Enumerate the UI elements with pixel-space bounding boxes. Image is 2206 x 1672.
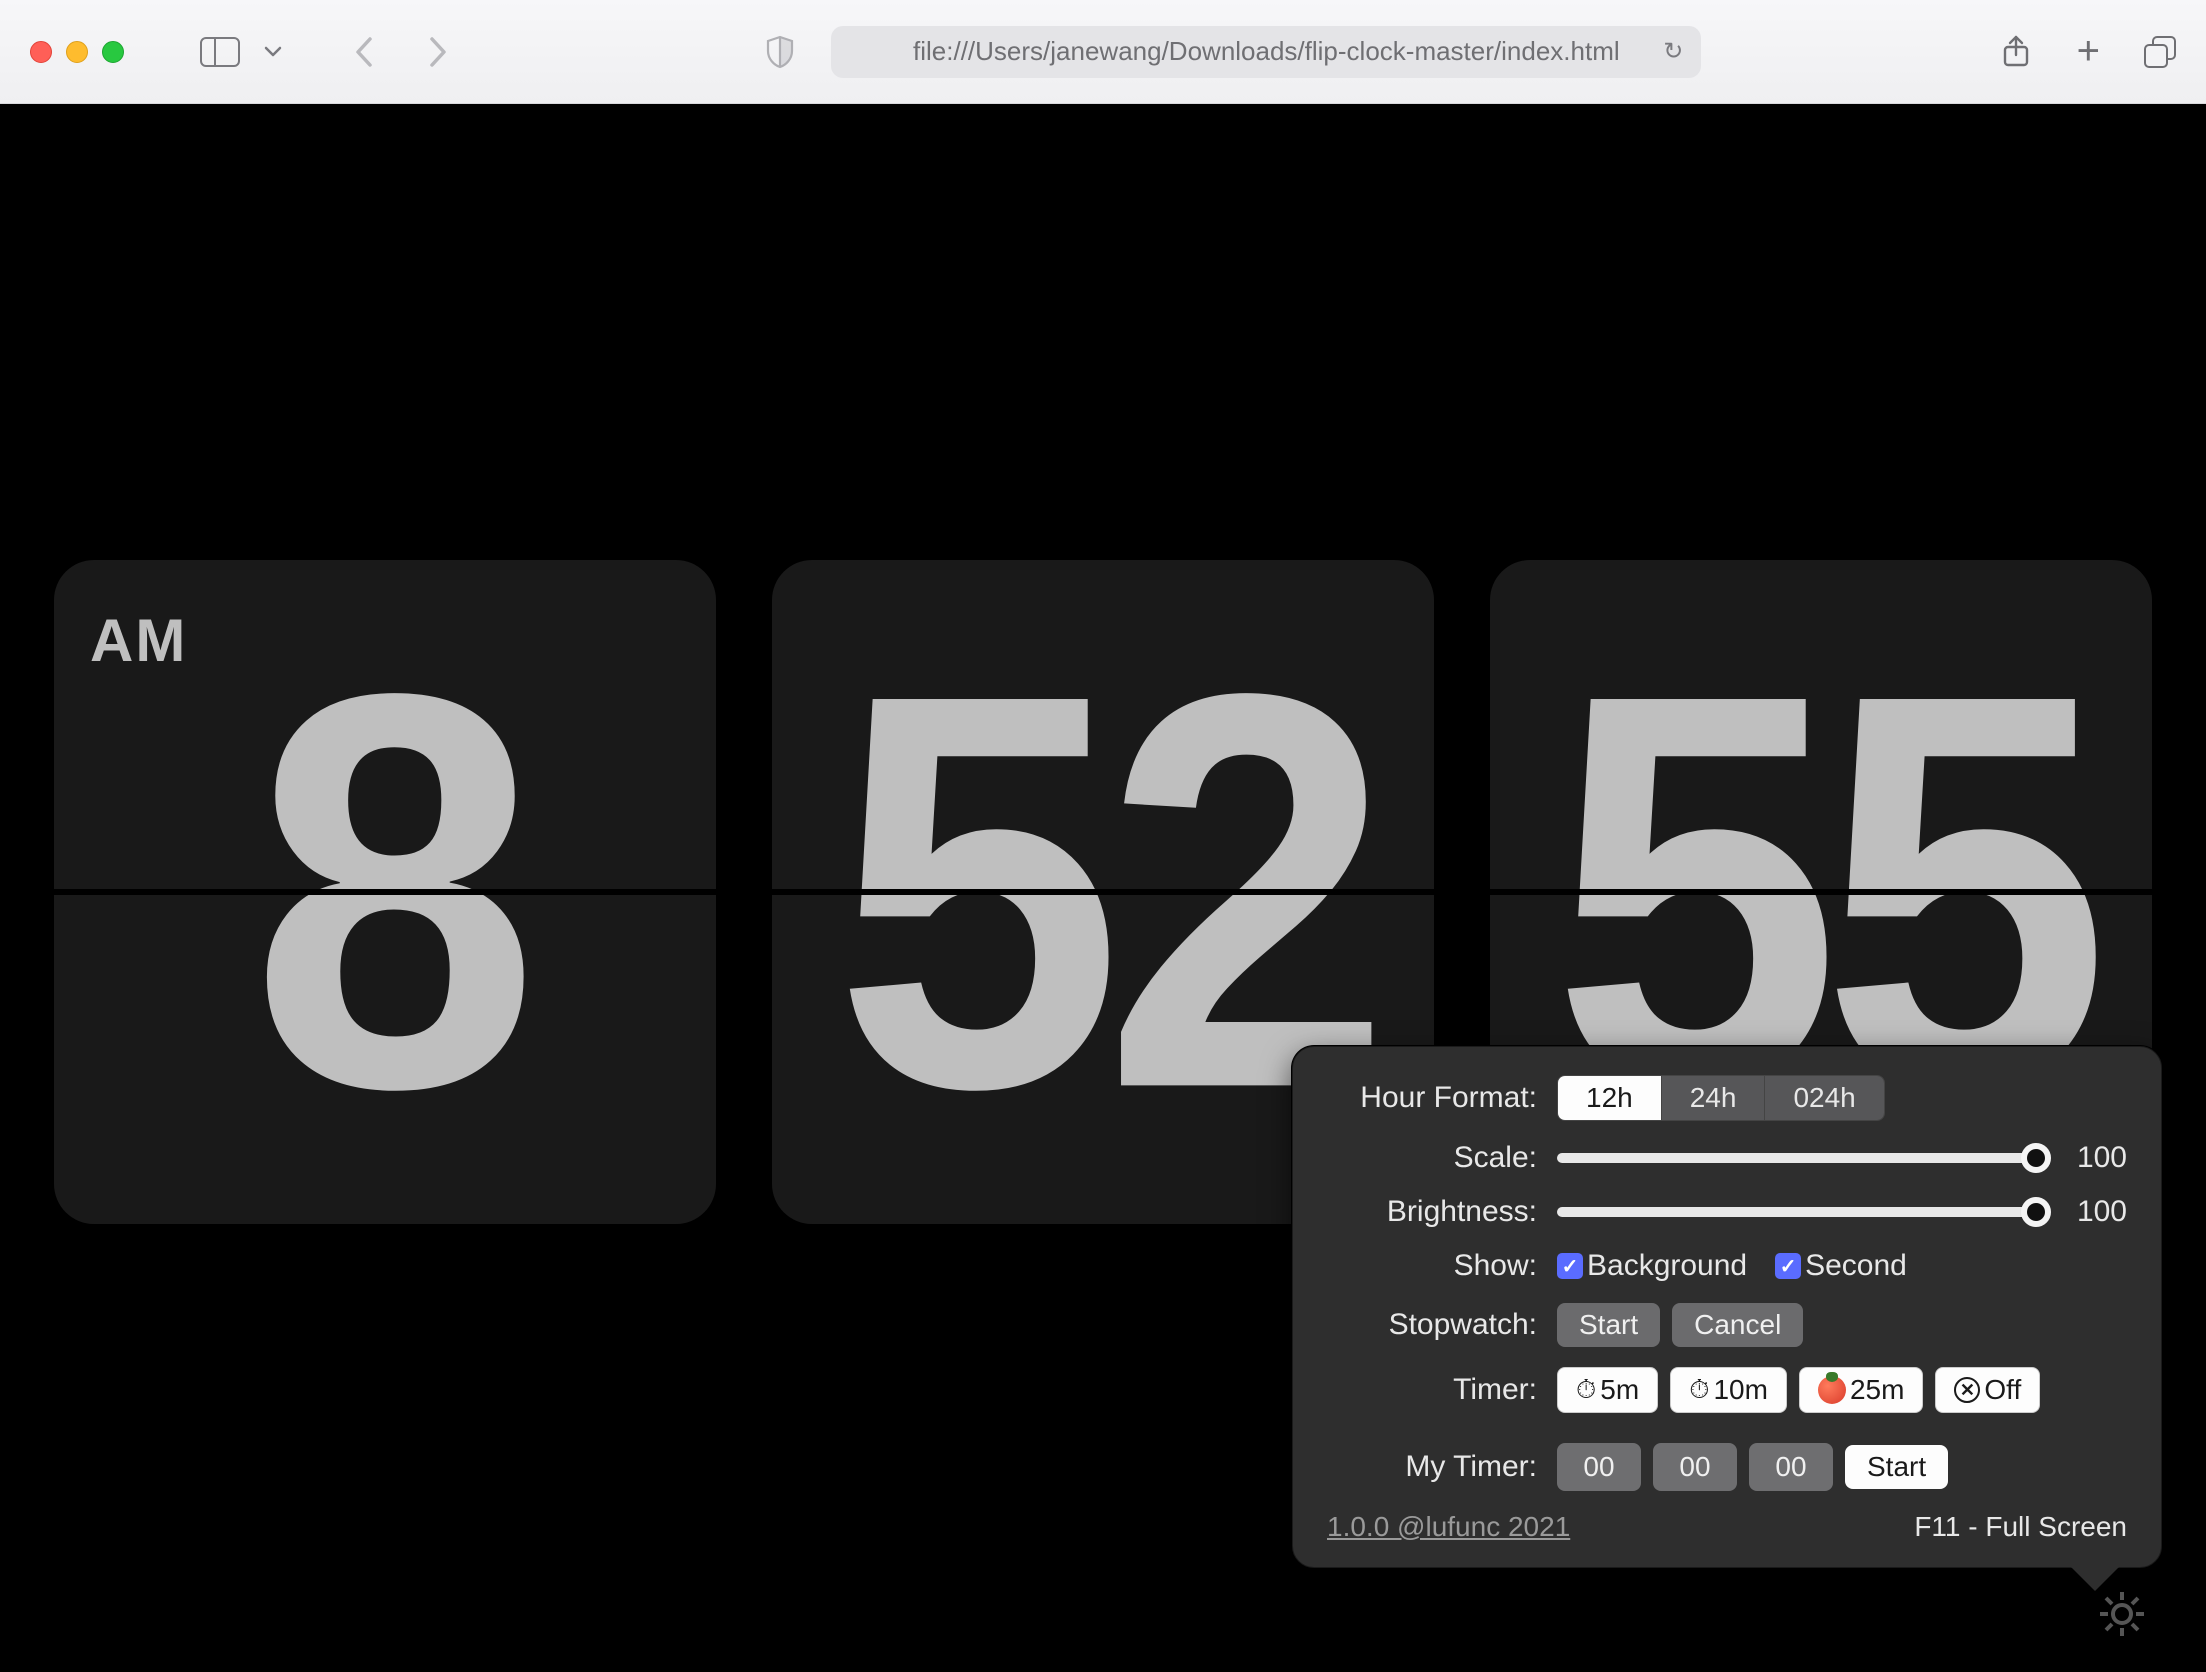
timer-25m-label: 25m — [1850, 1374, 1904, 1406]
timer-10m-button[interactable]: ⏱ 10m — [1670, 1367, 1787, 1413]
chevron-left-icon — [352, 35, 374, 69]
timer-label: Timer: — [1327, 1373, 1537, 1407]
back-button[interactable] — [352, 35, 374, 69]
plus-icon: + — [2077, 29, 2100, 74]
share-icon — [1999, 35, 2033, 69]
settings-gear-button[interactable] — [2096, 1588, 2148, 1640]
stopwatch-start-button[interactable]: Start — [1557, 1303, 1660, 1347]
timer-off-label: Off — [1984, 1374, 2021, 1406]
address-bar-text: file:///Users/janewang/Downloads/flip-cl… — [913, 36, 1620, 67]
settings-panel: Hour Format: 12h 24h 024h Scale: 100 Bri… — [1292, 1046, 2162, 1568]
checkmark-icon: ✓ — [1775, 1253, 1801, 1279]
show-second-checkbox[interactable]: ✓ Second — [1775, 1249, 1907, 1283]
brightness-slider-thumb[interactable] — [2021, 1197, 2051, 1227]
my-timer-start-button[interactable]: Start — [1845, 1445, 1948, 1489]
brightness-value: 100 — [2067, 1195, 2127, 1229]
minimize-window-button[interactable] — [66, 41, 88, 63]
chevron-right-icon — [428, 35, 450, 69]
hour-format-segmented: 12h 24h 024h — [1557, 1075, 1885, 1121]
timer-5m-button[interactable]: ⏱ 5m — [1557, 1367, 1658, 1413]
new-tab-button[interactable]: + — [2077, 29, 2100, 74]
address-bar[interactable]: file:///Users/janewang/Downloads/flip-cl… — [831, 26, 1701, 78]
stopwatch-label: Stopwatch: — [1327, 1308, 1537, 1342]
hour-format-label: Hour Format: — [1327, 1081, 1537, 1115]
zoom-window-button[interactable] — [102, 41, 124, 63]
my-timer-seconds-input[interactable]: 00 — [1749, 1443, 1833, 1491]
scale-value: 100 — [2067, 1141, 2127, 1175]
my-timer-minutes-input[interactable]: 00 — [1653, 1443, 1737, 1491]
cancel-circle-icon: ✕ — [1954, 1377, 1980, 1403]
timer-5m-label: 5m — [1600, 1374, 1639, 1406]
timer-10m-label: 10m — [1713, 1374, 1767, 1406]
show-second-label: Second — [1805, 1249, 1907, 1283]
window-controls — [30, 41, 124, 63]
timer-icon: ⏱ — [1576, 1374, 1596, 1406]
stopwatch-cancel-button[interactable]: Cancel — [1672, 1303, 1803, 1347]
timer-icon: ⏱ — [1689, 1374, 1709, 1406]
hour-format-12h[interactable]: 12h — [1558, 1076, 1662, 1120]
fullscreen-hint: F11 - Full Screen — [1914, 1511, 2127, 1543]
show-background-checkbox[interactable]: ✓ Background — [1557, 1249, 1747, 1283]
toggle-sidebar-button[interactable] — [200, 37, 240, 67]
chevron-down-icon — [264, 46, 282, 58]
tabs-icon — [2144, 36, 2176, 68]
reload-button[interactable]: ↻ — [1663, 37, 1683, 66]
my-timer-hours-input[interactable]: 00 — [1557, 1443, 1641, 1491]
browser-toolbar: file:///Users/janewang/Downloads/flip-cl… — [0, 0, 2206, 104]
sidebar-menu-button[interactable] — [264, 46, 282, 58]
scale-slider[interactable] — [1557, 1153, 2039, 1163]
close-window-button[interactable] — [30, 41, 52, 63]
brightness-slider[interactable] — [1557, 1207, 2039, 1217]
gear-icon — [2096, 1588, 2148, 1640]
privacy-shield-button[interactable] — [765, 35, 813, 69]
ampm-label: AM — [90, 606, 187, 675]
timer-off-button[interactable]: ✕ Off — [1935, 1367, 2040, 1413]
checkmark-icon: ✓ — [1557, 1253, 1583, 1279]
hour-format-024h[interactable]: 024h — [1765, 1076, 1883, 1120]
hour-digit: 8 — [250, 611, 519, 1173]
sidebar-icon — [200, 37, 240, 67]
version-link[interactable]: 1.0.0 @lufunc 2021 — [1327, 1511, 1570, 1543]
brightness-label: Brightness: — [1327, 1195, 1537, 1229]
tomato-icon — [1818, 1376, 1846, 1404]
shield-icon — [765, 35, 795, 69]
scale-slider-thumb[interactable] — [2021, 1143, 2051, 1173]
forward-button[interactable] — [428, 35, 450, 69]
show-background-label: Background — [1587, 1249, 1747, 1283]
hour-format-24h[interactable]: 24h — [1662, 1076, 1766, 1120]
timer-25m-button[interactable]: 25m — [1799, 1367, 1923, 1413]
share-button[interactable] — [1999, 35, 2033, 69]
scale-label: Scale: — [1327, 1141, 1537, 1175]
flip-clock-page: AM 8 52 55 Hour Format: 12h 24h 024h Sca… — [0, 104, 2206, 1672]
my-timer-label: My Timer: — [1327, 1450, 1537, 1484]
tab-overview-button[interactable] — [2144, 36, 2176, 68]
show-label: Show: — [1327, 1249, 1537, 1283]
hour-card: AM 8 — [54, 560, 716, 1224]
